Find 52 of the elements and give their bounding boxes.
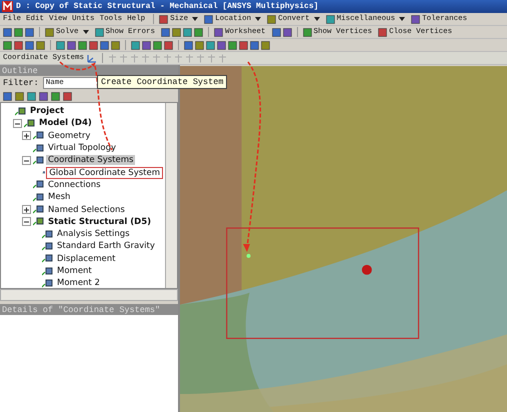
toolbar-icon[interactable]: [378, 28, 388, 36]
collapse-icon[interactable]: [13, 118, 22, 128]
caret-icon: [82, 30, 89, 34]
window-title: D : Copy of Static Structural - Mechanical [ANSYS Multiphysics]: [16, 2, 318, 11]
tree-node-icon: [33, 192, 44, 202]
toolbar-icon[interactable]: [326, 14, 335, 24]
tree-item[interactable]: Static Structural (D5): [46, 216, 154, 227]
tree-node-icon: [33, 180, 44, 190]
tree-item[interactable]: Project: [28, 106, 66, 116]
toolbar-icon[interactable]: [411, 14, 420, 24]
caret-icon: [314, 17, 320, 21]
tree-item[interactable]: Global Coordinate System: [47, 168, 162, 178]
tree-node-icon: [33, 217, 44, 226]
tree-item[interactable]: Standard Earth Gravity: [55, 241, 157, 252]
toolbar-icon[interactable]: [302, 28, 312, 36]
vertical-scrollbar[interactable]: [165, 103, 177, 288]
tree-node-icon: [33, 156, 44, 165]
horizontal-scrollbar[interactable]: [0, 289, 178, 301]
app-logo-icon: [2, 1, 13, 12]
tree-node-icon: [42, 254, 53, 264]
tree-item[interactable]: Mesh: [46, 192, 72, 202]
tree-item[interactable]: Displacement: [55, 254, 118, 264]
tree-item[interactable]: Analysis Settings: [55, 229, 132, 240]
expand-icon[interactable]: [22, 131, 31, 140]
caret-icon: [192, 17, 198, 21]
tooltip: Create Coordinate System: [97, 75, 228, 89]
tree-item[interactable]: Virtual Topology: [46, 143, 118, 154]
tree-item[interactable]: Geometry: [46, 130, 92, 141]
panel-title: Outline: [2, 66, 38, 76]
expand-icon[interactable]: [22, 205, 31, 214]
tree-node-icon: [15, 106, 26, 116]
panel-title: Details of "Coordinate Systems": [2, 304, 160, 314]
tree-item[interactable]: Model (D4): [37, 118, 94, 128]
tree-item[interactable]: Moment 2: [55, 278, 102, 288]
tree-node-icon: [42, 278, 53, 288]
tree-item[interactable]: Named Selections: [46, 204, 127, 215]
tree-node-icon: [24, 118, 35, 128]
tree-node-icon: [33, 144, 44, 153]
filter-label: Filter:: [3, 78, 39, 88]
collapse-icon[interactable]: [22, 156, 31, 165]
tree-node-icon: [33, 131, 44, 140]
caret-icon: [399, 17, 406, 21]
tree-node-icon: [42, 230, 53, 239]
tree-item[interactable]: Moment: [55, 266, 94, 276]
tree-node-icon: [42, 242, 53, 251]
tree-node-icon: [33, 205, 44, 214]
tree-item[interactable]: Connections: [46, 180, 103, 190]
collapse-icon[interactable]: [22, 217, 31, 226]
tree-node-icon: [42, 266, 53, 276]
coordinate-axes-icon[interactable]: [86, 53, 98, 63]
caret-icon: [255, 17, 262, 21]
tree-item[interactable]: Coordinate Systems: [46, 155, 136, 166]
